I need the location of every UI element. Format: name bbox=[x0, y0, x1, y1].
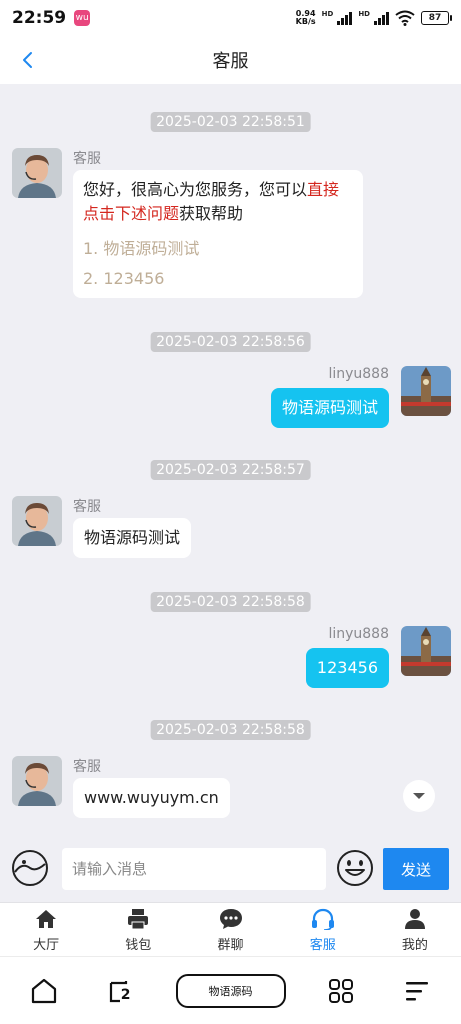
sender-name: linyu888 bbox=[328, 626, 389, 642]
service-avatar[interactable] bbox=[12, 496, 62, 546]
chat-icon bbox=[219, 908, 242, 929]
smiley-icon bbox=[337, 850, 373, 886]
home-icon bbox=[36, 909, 57, 928]
wifi-icon bbox=[395, 10, 415, 26]
status-time: 22:59 bbox=[12, 8, 67, 28]
home-outline-icon bbox=[31, 978, 57, 1003]
emoji-button[interactable] bbox=[335, 848, 375, 888]
signal-icon bbox=[337, 11, 353, 25]
header: 客服 bbox=[0, 36, 461, 84]
scroll-down-button[interactable] bbox=[403, 780, 435, 812]
app-notification-icon: wu bbox=[74, 10, 91, 26]
message-bubble: 物语源码测试 bbox=[73, 518, 192, 558]
chevron-left-icon bbox=[23, 52, 32, 68]
sender-name: linyu888 bbox=[328, 366, 389, 382]
timestamp-pill: 2025-02-03 22:58:58 bbox=[150, 720, 311, 740]
status-indicators: 0.94 KB/s HD HD 87 bbox=[295, 9, 452, 26]
message-bubble: 您好，很高心为您服务，您可以直接点击下述问题获取帮助 1. 物语源码测试 2. … bbox=[73, 170, 363, 298]
tab-bar: 大厅 钱包 群聊 客服 我的 bbox=[0, 902, 461, 956]
timestamp-pill: 2025-02-03 22:58:51 bbox=[150, 112, 311, 132]
user-avatar[interactable] bbox=[401, 626, 451, 676]
timestamp-pill: 2025-02-03 22:58:58 bbox=[150, 592, 311, 612]
tab-service[interactable]: 客服 bbox=[277, 903, 369, 956]
agent-avatar-icon bbox=[12, 756, 62, 806]
timestamp-pill: 2025-02-03 22:58:57 bbox=[150, 460, 311, 480]
send-button[interactable]: 发送 bbox=[383, 848, 449, 890]
faq-item[interactable]: 2. 123456 bbox=[83, 264, 353, 294]
tab-hall[interactable]: 大厅 bbox=[0, 903, 92, 956]
tab-group-chat[interactable]: 群聊 bbox=[184, 903, 276, 956]
timestamp-pill: 2025-02-03 22:58:56 bbox=[150, 332, 311, 352]
user-icon bbox=[404, 908, 425, 929]
signal-icon-2 bbox=[374, 11, 389, 25]
input-bar: 发送 bbox=[0, 834, 461, 902]
intro-message: 您好，很高心为您服务，您可以直接点击下述问题获取帮助 bbox=[83, 180, 340, 223]
service-avatar[interactable] bbox=[12, 756, 62, 806]
big-ben-photo-icon bbox=[401, 366, 451, 416]
sticker-icon bbox=[12, 850, 48, 886]
hd-label-2: HD bbox=[358, 10, 370, 18]
sender-name: 客服 bbox=[73, 151, 101, 167]
nav-menu-button[interactable] bbox=[397, 971, 437, 1011]
printer-icon bbox=[128, 908, 149, 929]
sticker-button[interactable] bbox=[10, 848, 50, 888]
message-bubble: 123456 bbox=[305, 648, 389, 688]
page-title: 客服 bbox=[212, 51, 249, 72]
faq-item[interactable]: 1. 物语源码测试 bbox=[83, 234, 353, 264]
sender-name: 客服 bbox=[73, 759, 101, 775]
back-button[interactable] bbox=[14, 46, 42, 74]
nav-home-button[interactable] bbox=[24, 971, 64, 1011]
message-bubble: 物语源码测试 bbox=[270, 388, 389, 428]
nav-app-pill[interactable]: 物语源码 bbox=[175, 973, 286, 1008]
headset-icon bbox=[311, 908, 334, 930]
big-ben-photo-icon bbox=[401, 626, 451, 676]
nav-recents-button[interactable]: 2 bbox=[100, 971, 140, 1011]
nav-apps-button[interactable] bbox=[321, 971, 361, 1011]
sender-name: 客服 bbox=[73, 499, 101, 515]
caret-down-icon bbox=[413, 793, 425, 799]
system-navigation: 2 物语源码 bbox=[0, 956, 461, 1024]
network-speed: 0.94 KB/s bbox=[295, 9, 316, 26]
app-screen: 22:59 wu 0.94 KB/s HD HD 87 客服 2025-02-0… bbox=[0, 0, 461, 1024]
agent-avatar-icon bbox=[12, 148, 62, 198]
tab-profile[interactable]: 我的 bbox=[369, 903, 461, 956]
recents-count: 2 bbox=[120, 986, 131, 1003]
message-bubble: www.wuyuym.cn bbox=[73, 778, 230, 818]
grid-icon bbox=[329, 978, 354, 1003]
status-bar: 22:59 wu 0.94 KB/s HD HD 87 bbox=[0, 0, 461, 36]
chat-area[interactable]: 2025-02-03 22:58:51 客服 您好，很高心为您服务，您可以直接点… bbox=[0, 84, 461, 834]
user-avatar[interactable] bbox=[401, 366, 451, 416]
service-avatar[interactable] bbox=[12, 148, 62, 198]
tab-wallet[interactable]: 钱包 bbox=[92, 903, 184, 956]
battery-icon: 87 bbox=[421, 11, 452, 25]
hd-label: HD bbox=[321, 10, 334, 18]
menu-lines-icon bbox=[406, 981, 428, 1000]
message-input[interactable] bbox=[62, 848, 326, 890]
agent-avatar-icon bbox=[12, 496, 62, 546]
